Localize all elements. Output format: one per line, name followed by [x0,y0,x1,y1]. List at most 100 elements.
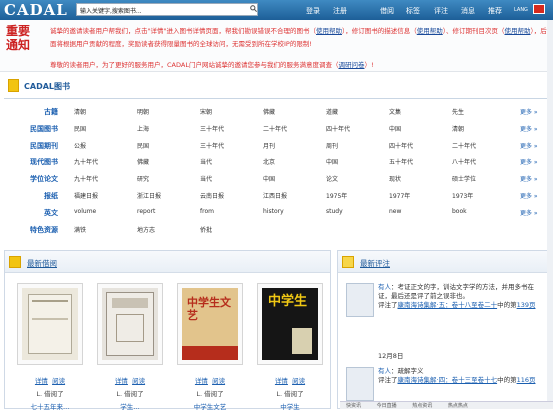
category-tag[interactable]: from [200,208,214,215]
detail-link[interactable]: 详情 [115,377,128,385]
borrowed-book-title[interactable]: 中学生文艺 [177,401,243,411]
comment-book-link[interactable]: 康南海诗集解·四：卷十三至卷十七 [398,376,498,384]
category-tag[interactable]: 中国 [326,157,338,166]
book-card[interactable] [17,283,83,365]
category-tag[interactable]: 道藏 [326,107,338,116]
category-tag[interactable]: 三十年代 [200,124,224,133]
status-item[interactable]: 热点资讯 [412,403,432,409]
category-tag[interactable]: 公报 [74,141,86,150]
category-tag[interactable]: 先生 [452,107,464,116]
register-link[interactable]: 注册 [333,6,347,16]
category-label[interactable]: 学位论文 [0,174,58,184]
category-tag[interactable]: book [452,208,467,215]
book-card[interactable]: 中学生 [257,283,323,365]
category-tag[interactable]: 民国 [74,124,86,133]
latest-comments-title[interactable]: 最新评注 [360,258,390,269]
borrowed-book-title[interactable]: 中学生 [257,401,323,411]
comment-page-link[interactable]: 139页 [517,301,536,309]
read-link[interactable]: 阅读 [52,377,65,385]
category-tag[interactable]: report [137,208,155,215]
help-link[interactable]: 使用帮助 [504,27,530,35]
category-tag[interactable]: 满铁 [74,225,86,234]
category-tag[interactable]: 硕士学位 [452,174,476,183]
category-tag[interactable]: 四十年代 [389,141,413,150]
borrowed-book-title[interactable]: 七十五年来… [17,401,83,411]
category-tag[interactable]: 清朝 [452,124,464,133]
category-label[interactable]: 民国图书 [0,124,58,134]
detail-link[interactable]: 详情 [35,377,48,385]
category-tag[interactable]: 当代 [200,174,212,183]
category-tag[interactable]: 宋朝 [200,107,212,116]
category-tag[interactable]: 清朝 [74,107,86,116]
category-tag[interactable]: 九十年代 [74,157,98,166]
category-tag[interactable]: 四十年代 [326,124,350,133]
nav-messages[interactable]: 消息 [461,6,475,16]
category-tag[interactable]: 1973年 [452,191,473,200]
category-tag[interactable]: 云南日报 [200,191,224,200]
category-tag[interactable]: 月刊 [263,141,275,150]
category-tag[interactable]: 侨批 [200,225,212,234]
category-tag[interactable]: 现状 [389,174,401,183]
status-item[interactable]: 今日直播 [377,403,397,409]
category-tag[interactable]: 八十年代 [452,157,476,166]
category-tag[interactable]: 中国 [389,124,401,133]
survey-link[interactable]: 调研问卷 [338,61,364,69]
status-item[interactable]: 热点热点 [448,403,468,409]
book-cover[interactable]: 中学生 [262,288,318,360]
more-link[interactable]: 更多 » [520,157,538,166]
search-input[interactable]: 输入关键字,搜索图书... [76,3,258,16]
language-switch[interactable]: LANG [514,7,528,13]
china-flag-icon[interactable] [533,4,545,14]
category-tag[interactable]: 浙江日报 [137,191,161,200]
more-link[interactable]: 更多 » [520,124,538,133]
category-tag[interactable]: 地方志 [137,225,155,234]
login-link[interactable]: 登录 [306,6,320,16]
category-tag[interactable]: study [326,208,343,215]
status-item[interactable]: 快资讯 [346,403,361,409]
category-label[interactable]: 民国期刊 [0,141,58,151]
cadal-logo[interactable]: CADAL [4,1,68,19]
detail-link[interactable]: 详情 [275,377,288,385]
category-label[interactable]: 特色资源 [0,225,58,235]
category-label[interactable]: 报纸 [0,191,58,201]
category-tag[interactable]: 文集 [389,107,401,116]
more-link[interactable]: 更多 » [520,107,538,116]
category-tag[interactable]: history [263,208,284,215]
category-tag[interactable]: 1975年 [326,191,347,200]
category-tag[interactable]: 明朝 [137,107,149,116]
category-tag[interactable]: 江西日报 [263,191,287,200]
category-tag[interactable]: 民国 [137,141,149,150]
search-button[interactable] [250,5,258,13]
category-tag[interactable]: 论文 [326,174,338,183]
category-tag[interactable]: 二十年代 [263,124,287,133]
page-scrollbar[interactable] [547,20,553,409]
detail-link[interactable]: 详情 [195,377,208,385]
category-tag[interactable]: 佛藏 [263,107,275,116]
more-link[interactable]: 更多 » [520,141,538,150]
avatar[interactable] [346,283,374,317]
latest-borrow-title[interactable]: 最新借阅 [27,258,57,269]
category-tag[interactable]: 佛藏 [137,157,149,166]
category-tag[interactable]: volume [74,208,96,215]
category-tag[interactable]: 周刊 [326,141,338,150]
category-tag[interactable]: 研究 [137,174,149,183]
category-tag[interactable]: 三十年代 [200,141,224,150]
book-cover[interactable]: 中学生文艺 [182,288,238,360]
borrowed-book-title[interactable]: 学生… [97,401,163,411]
read-link[interactable]: 阅读 [132,377,145,385]
comment-user[interactable]: 有人 [378,367,391,375]
nav-recommend[interactable]: 推荐 [488,6,502,16]
category-tag[interactable]: 当代 [200,157,212,166]
read-link[interactable]: 阅读 [212,377,225,385]
nav-tags[interactable]: 标签 [406,6,420,16]
comment-user[interactable]: 有人 [378,283,391,291]
category-label[interactable]: 古籍 [0,107,58,117]
book-card[interactable]: 中学生文艺 [177,283,243,365]
read-link[interactable]: 阅读 [292,377,305,385]
more-link[interactable]: 更多 » [520,208,538,217]
more-link[interactable]: 更多 » [520,174,538,183]
category-tag[interactable]: new [389,208,401,215]
books-section-title[interactable]: CADAL图书 [24,81,70,92]
category-tag[interactable]: 福建日报 [74,191,98,200]
nav-borrow[interactable]: 借阅 [380,6,394,16]
